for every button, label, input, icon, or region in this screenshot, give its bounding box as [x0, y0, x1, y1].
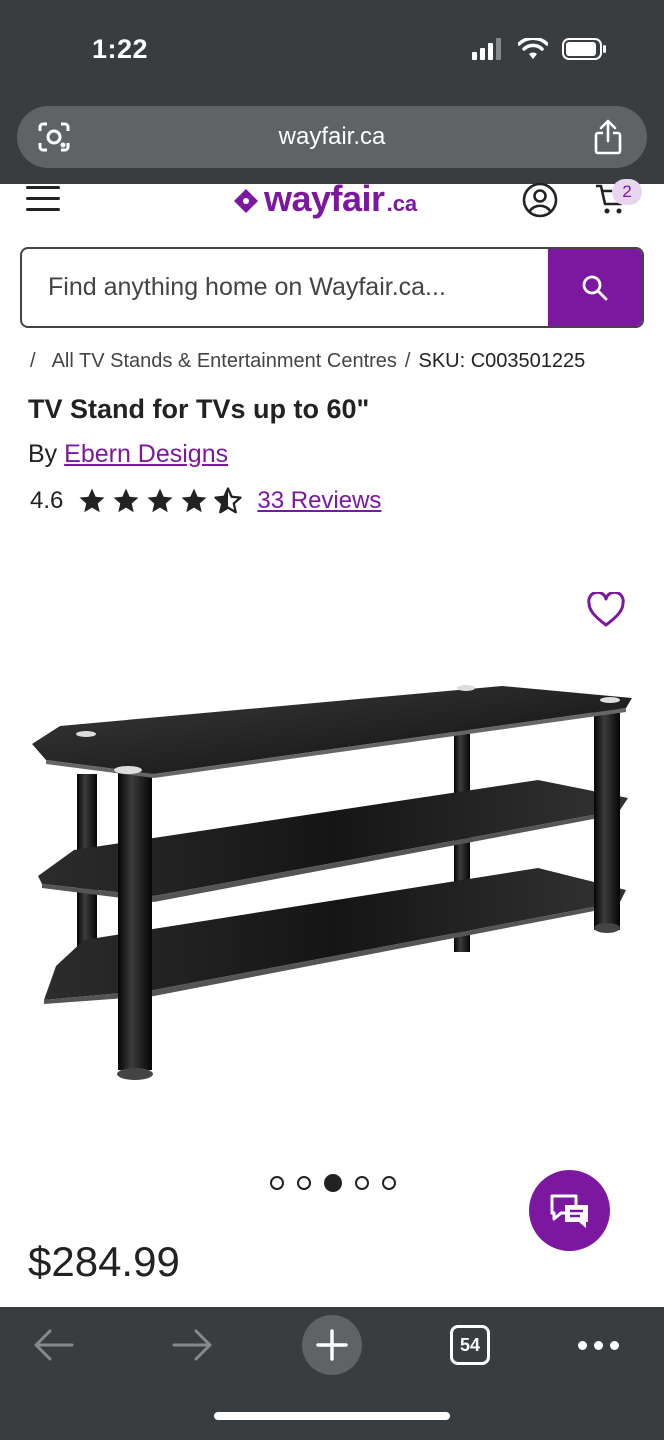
chat-button[interactable] [529, 1170, 610, 1251]
product-title: TV Stand for TVs up to 60" [28, 394, 370, 424]
carousel-dot[interactable] [355, 1176, 369, 1190]
address-bar[interactable]: wayfair.ca [17, 106, 647, 168]
star-rating [77, 486, 243, 516]
status-icons [472, 38, 608, 60]
share-icon[interactable] [593, 119, 623, 155]
more-icon[interactable] [578, 1341, 619, 1350]
carousel-dot[interactable] [270, 1176, 284, 1190]
product-sku: SKU: C003501225 [418, 350, 586, 372]
star-icon [79, 488, 105, 513]
search-icon [582, 275, 608, 300]
tab-count-button[interactable]: 54 [450, 1325, 490, 1365]
by-prefix: By [28, 440, 58, 468]
brand-link[interactable]: Ebern Designs [64, 440, 228, 468]
home-indicator [214, 1412, 450, 1420]
heart-icon[interactable] [586, 592, 626, 628]
half-star-icon [214, 487, 242, 514]
account-icon[interactable] [522, 182, 558, 218]
battery-icon [562, 38, 606, 60]
url-text[interactable]: wayfair.ca [17, 123, 647, 151]
breadcrumb-separator: / [404, 350, 411, 372]
carousel-dots [270, 1174, 396, 1192]
site-header: wayfair .ca 2 [0, 178, 664, 234]
signal-icon [472, 38, 501, 60]
search-bar [20, 247, 644, 328]
search-input[interactable] [22, 249, 552, 326]
browser-top-bar: 1:22 wayfair.ca [0, 0, 664, 184]
back-arrow-icon[interactable] [32, 1327, 74, 1363]
breadcrumb-separator: / [30, 350, 36, 372]
product-image[interactable] [20, 670, 644, 1100]
new-tab-button[interactable] [302, 1315, 362, 1375]
carousel-dot[interactable] [297, 1176, 311, 1190]
chat-icon [550, 1194, 588, 1228]
carousel-dot[interactable] [324, 1174, 342, 1192]
search-button[interactable] [548, 249, 642, 326]
carousel-dot[interactable] [382, 1176, 396, 1190]
status-time: 1:22 [92, 34, 149, 64]
logo-suffix: .ca [386, 191, 418, 216]
forward-arrow-icon[interactable] [172, 1327, 214, 1363]
logo-mark-icon [234, 189, 258, 213]
plus-icon [316, 1329, 348, 1361]
star-icon [113, 488, 139, 513]
star-icon [147, 488, 173, 513]
browser-bottom-bar: 54 [0, 1307, 664, 1440]
rating-row: 4.6 33 Reviews [30, 486, 381, 516]
wayfair-logo[interactable]: wayfair .ca [232, 178, 418, 219]
cart-count-badge[interactable]: 2 [612, 179, 642, 205]
product-price: $284.99 [28, 1238, 180, 1285]
rating-value: 4.6 [30, 487, 64, 514]
breadcrumb-category-link[interactable]: All TV Stands & Entertainment Centres [52, 350, 397, 372]
breadcrumb: / All TV Stands & Entertainment Centres / S… [30, 350, 585, 373]
star-icon [181, 488, 207, 513]
wifi-icon [518, 38, 548, 59]
hamburger-icon[interactable] [26, 186, 60, 214]
reviews-link[interactable]: 33 Reviews [257, 487, 381, 515]
logo-word: wayfair [264, 178, 385, 219]
brand-byline: By Ebern Designs [28, 440, 228, 469]
